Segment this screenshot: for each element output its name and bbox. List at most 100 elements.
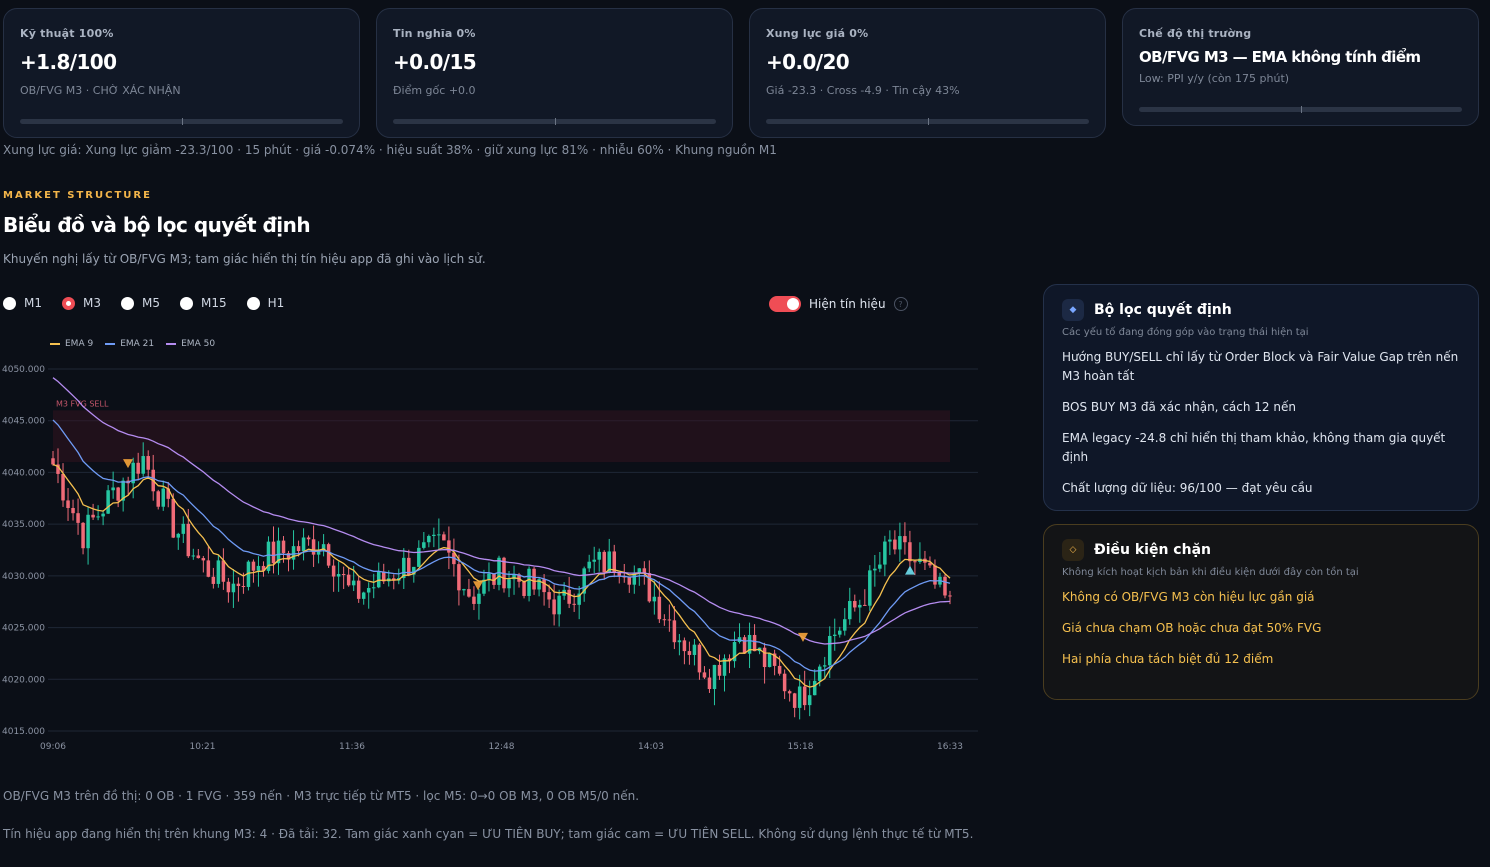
candle-up bbox=[231, 583, 236, 593]
candle-down bbox=[672, 620, 677, 643]
legend-ema9: EMA 9 bbox=[50, 339, 93, 349]
candle-up bbox=[797, 686, 802, 708]
candle-down bbox=[903, 536, 907, 543]
score-bar bbox=[393, 118, 716, 125]
radio-button[interactable] bbox=[121, 296, 134, 310]
candle-down bbox=[532, 568, 536, 590]
card-subtitle: Điểm gốc +0.0 bbox=[393, 84, 476, 97]
candle-up bbox=[96, 516, 100, 518]
radio-button[interactable] bbox=[3, 296, 16, 310]
card-title: Chế độ thị trường bbox=[1139, 27, 1252, 40]
legend-label: EMA 50 bbox=[181, 339, 216, 349]
candle-down bbox=[156, 491, 160, 507]
candle-down bbox=[697, 644, 702, 673]
candle-up bbox=[417, 547, 421, 567]
candle-up bbox=[507, 579, 511, 589]
candle-up bbox=[637, 568, 642, 573]
candle-down bbox=[687, 651, 692, 655]
card-title: Tin nghĩa 0% bbox=[393, 27, 476, 40]
candle-up bbox=[848, 601, 852, 620]
legend-swatch bbox=[166, 343, 177, 345]
candle-down bbox=[211, 576, 216, 584]
candle-down bbox=[542, 579, 546, 593]
candle-up bbox=[822, 665, 827, 667]
candle-down bbox=[76, 513, 80, 523]
candle-up bbox=[888, 539, 892, 542]
regime-bar-midpoint bbox=[1300, 106, 1302, 113]
timeframe-h1[interactable]: H1 bbox=[246, 296, 285, 310]
panel-title: Bộ lọc quyết định bbox=[1094, 302, 1232, 318]
candle-up bbox=[843, 619, 847, 631]
candle-up bbox=[527, 568, 531, 596]
candle-down bbox=[61, 473, 65, 501]
candle-down bbox=[306, 537, 311, 540]
candle-up bbox=[361, 592, 366, 599]
candle-down bbox=[442, 534, 446, 541]
radio-button[interactable] bbox=[246, 296, 260, 310]
candle-down bbox=[221, 560, 226, 582]
fvg-sell-zone bbox=[53, 410, 950, 463]
timeframe-m15[interactable]: M15 bbox=[180, 296, 227, 310]
candle-up bbox=[858, 604, 862, 608]
candle-up bbox=[371, 587, 376, 589]
candle-down bbox=[201, 558, 206, 561]
fvg-zone-label: M3 FVG SELL bbox=[56, 399, 109, 408]
show-signals-label: Hiện tín hiệu bbox=[809, 297, 886, 311]
candle-down bbox=[853, 601, 857, 608]
timeframe-selector: M1 M3 M5 M15 H1 bbox=[3, 296, 284, 310]
candle-down bbox=[792, 693, 797, 708]
section-description: Khuyến nghị lấy từ OB/FVG M3; tam giác h… bbox=[3, 252, 486, 266]
candle-down bbox=[346, 574, 351, 586]
candle-down bbox=[547, 592, 551, 600]
card-subtitle: Low: PPI y/y (còn 175 phút) bbox=[1139, 72, 1290, 85]
timeframe-m5[interactable]: M5 bbox=[121, 296, 160, 310]
y-tick-label: 4015.000 bbox=[2, 727, 45, 737]
timeframe-label: H1 bbox=[267, 296, 285, 310]
candle-up bbox=[141, 456, 145, 474]
sell-signal-triangle bbox=[473, 581, 483, 591]
radio-button[interactable] bbox=[180, 296, 193, 310]
x-tick-label: 15:18 bbox=[788, 742, 814, 752]
x-tick-label: 16:33 bbox=[937, 742, 963, 752]
candle-up bbox=[692, 644, 697, 655]
y-tick-label: 4040.000 bbox=[2, 468, 45, 478]
candlestick-chart[interactable]: 4050.000 4045.000 4040.000 4035.000 4030.000… bbox=[0, 358, 990, 758]
candle-down bbox=[146, 456, 150, 470]
show-signals-toggle[interactable] bbox=[769, 296, 801, 312]
candle-up bbox=[427, 536, 431, 543]
help-icon[interactable]: ? bbox=[893, 297, 908, 311]
radio-button-selected[interactable] bbox=[62, 296, 75, 310]
candle-down bbox=[271, 541, 276, 564]
candle-up bbox=[336, 574, 341, 577]
candle-down bbox=[251, 561, 256, 571]
candle-up bbox=[432, 534, 436, 537]
score-bar bbox=[20, 118, 343, 125]
momentum-score-card: Xung lực giá 0% +0.0/20 Giá -23.3 · Cros… bbox=[749, 8, 1106, 138]
legend-ema50: EMA 50 bbox=[166, 339, 215, 349]
candle-down bbox=[51, 458, 55, 465]
filter-item: Chất lượng dữ liệu: 96/100 — đạt yêu cầu bbox=[1062, 481, 1313, 495]
timeframe-m3[interactable]: M3 bbox=[62, 296, 101, 310]
timeframe-m1[interactable]: M1 bbox=[3, 296, 42, 310]
card-subtitle: OB/FVG M3 · CHỜ XÁC NHẬN bbox=[20, 84, 181, 97]
candle-up bbox=[812, 680, 817, 696]
candle-down bbox=[241, 585, 246, 587]
candle-down bbox=[522, 581, 526, 596]
candle-up bbox=[422, 542, 426, 548]
candle-down bbox=[296, 546, 301, 552]
candle-down bbox=[552, 599, 556, 615]
technical-score-card: Kỹ thuật 100% +1.8/100 OB/FVG M3 · CHỜ X… bbox=[3, 8, 360, 138]
y-tick-label: 4030.000 bbox=[2, 572, 45, 582]
candle-up bbox=[161, 488, 165, 507]
card-value: +0.0/20 bbox=[766, 50, 850, 74]
candle-up bbox=[712, 664, 717, 690]
candle-down bbox=[948, 595, 952, 597]
regime-bar bbox=[1139, 106, 1462, 113]
candle-down bbox=[186, 523, 191, 557]
candle-down bbox=[908, 542, 912, 562]
x-tick-label: 10:21 bbox=[190, 742, 216, 752]
candle-down bbox=[447, 540, 451, 553]
legend-ema21: EMA 21 bbox=[105, 339, 154, 349]
x-tick-label: 11:36 bbox=[339, 742, 365, 752]
x-tick-label: 09:06 bbox=[40, 742, 66, 752]
